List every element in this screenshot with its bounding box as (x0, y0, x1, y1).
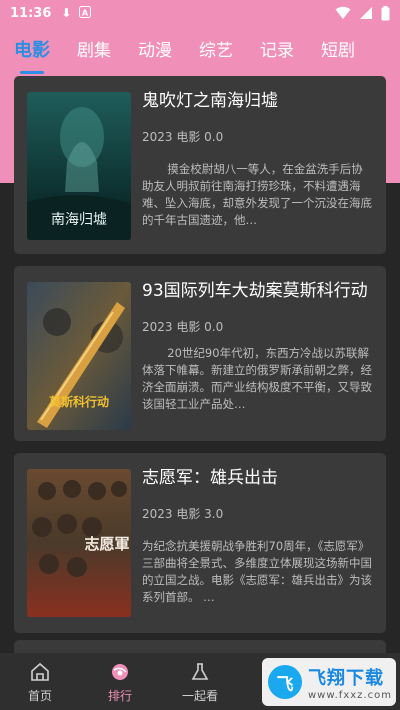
movie-meta: 2023 电影 0.0 (142, 320, 224, 334)
movie-description: 为纪念抗美援朝战争胜利70周年，《志愿军》三部曲将全景式、多维度立体展现这场新中… (142, 539, 372, 604)
download-icon: ⬇ (61, 6, 72, 20)
tab-variety[interactable]: 综艺 (199, 28, 233, 72)
tab-anime[interactable]: 动漫 (138, 28, 172, 72)
movie-card[interactable]: 南海归墟 鬼吹灯之南海归墟 2023 电影 0.0 摸金校尉胡八一等人，在金盆洗… (14, 76, 386, 254)
watch-together-icon (191, 663, 209, 680)
watermark-logo: 飞 (268, 665, 302, 699)
nav-watch-together[interactable]: 一起看 (160, 653, 240, 710)
battery-icon (381, 5, 390, 20)
site-watermark: 飞 飞翔下载 www.fxxz.com (262, 658, 396, 706)
movie-meta: 2023 电影 0.0 (142, 130, 224, 144)
tab-documentary[interactable]: 记录 (260, 28, 294, 72)
a-icon: A (79, 5, 92, 21)
movie-description: 摸金校尉胡八一等人，在金盆洗手后协助友人明叔前往南海打捞珍珠，不料遭遇海难、坠入… (142, 162, 372, 227)
movie-poster[interactable]: 莫斯科行动 (27, 282, 131, 430)
nav-home-label: 首页 (27, 689, 52, 703)
category-tabs: 电影 剧集 动漫 综艺 记录 短剧 (0, 28, 400, 74)
movie-title[interactable]: 93国际列车大劫案莫斯科行动 (142, 278, 374, 304)
movie-poster[interactable]: 志愿軍 (27, 469, 131, 617)
nav-home[interactable]: 首页 (0, 653, 80, 710)
watermark-name: 飞翔下载 (308, 667, 384, 689)
tab-short-drama[interactable]: 短剧 (321, 28, 355, 72)
watermark-url: www.fxxz.com (308, 689, 392, 701)
movie-poster[interactable]: 南海归墟 (27, 92, 131, 240)
movie-card[interactable]: 莫斯科行动 93国际列车大劫案莫斯科行动 2023 电影 0.0 20世纪90年… (14, 266, 386, 441)
status-bar: 11:36 ⬇ A (0, 0, 400, 26)
movie-card[interactable]: 志愿軍 志愿军：雄兵出击 2023 电影 3.0 为纪念抗美援朝战争胜利70周年… (14, 453, 386, 633)
movie-list: 南海归墟 鬼吹灯之南海归墟 2023 电影 0.0 摸金校尉胡八一等人，在金盆洗… (14, 76, 386, 645)
nav-ranking[interactable]: 排行 (80, 653, 160, 710)
home-icon (31, 662, 49, 681)
tab-movie[interactable]: 电影 (14, 28, 50, 74)
nav-ranking-label: 排行 (107, 689, 132, 703)
status-time: 11:36 (10, 5, 52, 21)
poster-title-text: 志愿軍 (84, 535, 129, 553)
poster-title-text: 南海归墟 (51, 211, 107, 228)
signal-icon (360, 7, 372, 19)
movie-title[interactable]: 志愿军：雄兵出击 (142, 465, 374, 491)
movie-meta: 2023 电影 3.0 (142, 507, 224, 521)
ranking-icon (112, 664, 128, 680)
nav-watch-together-label: 一起看 (181, 689, 218, 703)
wifi-icon (335, 6, 351, 19)
poster-title-text: 莫斯科行动 (49, 394, 109, 409)
tab-series[interactable]: 剧集 (77, 28, 111, 72)
movie-description: 20世纪90年代初，东西方冷战以苏联解体落下帷幕。新建立的俄罗斯承前朝之弊，经济… (142, 346, 372, 411)
svg-text:A: A (82, 8, 89, 17)
movie-title[interactable]: 鬼吹灯之南海归墟 (142, 88, 374, 114)
